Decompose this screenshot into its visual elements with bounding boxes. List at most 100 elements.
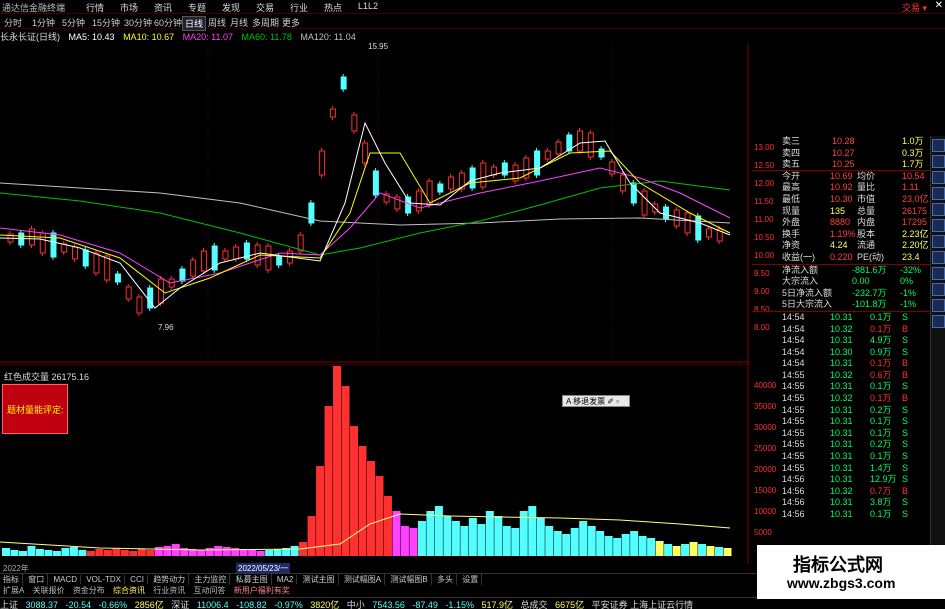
- tab-cci[interactable]: CCI: [127, 575, 148, 584]
- tab-related-quote[interactable]: 关联报价: [30, 585, 68, 596]
- tick-price: 10.32: [830, 323, 853, 334]
- tab-trend[interactable]: 趋势动力: [150, 574, 190, 585]
- watermark-title: 指标公式网: [793, 555, 883, 575]
- tick-price: 10.31: [830, 381, 853, 392]
- period-15min[interactable]: 15分钟: [90, 16, 122, 29]
- period-60min[interactable]: 60分钟: [152, 16, 184, 29]
- tick-volume: 0.9万: [870, 346, 892, 357]
- sz-label: 深证: [171, 600, 190, 609]
- tick-side: S: [902, 427, 909, 438]
- side-tool-icon[interactable]: [932, 171, 945, 184]
- tick-row: 14:55 10.31 0.2万 S: [752, 405, 930, 417]
- period-more[interactable]: 更多: [280, 16, 302, 29]
- tab-test-main[interactable]: 测试主图: [300, 574, 339, 585]
- side-tool-icon[interactable]: [932, 267, 945, 280]
- side-tool-icon[interactable]: [932, 299, 945, 312]
- menu-item-hangqing[interactable]: 行情: [86, 1, 120, 14]
- period-1min[interactable]: 1分钟: [30, 16, 57, 29]
- app-title: 通达信金融终端: [2, 3, 66, 13]
- period-30min[interactable]: 30分钟: [122, 16, 154, 29]
- tick-time: 14:55: [782, 439, 805, 450]
- volume-bar: [485, 511, 494, 556]
- candle-body: [222, 250, 229, 260]
- ask-row[interactable]: 卖四 10.27 0.3万: [752, 148, 930, 160]
- tab-zhibiao[interactable]: 指标: [0, 574, 23, 585]
- trade-button[interactable]: 交易 ▾: [902, 1, 927, 14]
- tab-private-main[interactable]: 私募主图: [233, 574, 272, 585]
- volume-bar: [265, 550, 274, 556]
- tab-qa[interactable]: 互动问答: [191, 585, 229, 596]
- candle-body: [501, 162, 508, 176]
- tab-macd[interactable]: MACD: [50, 575, 82, 584]
- menu-item-zhuanti[interactable]: 专题: [188, 1, 222, 14]
- candle-body: [82, 249, 89, 267]
- period-daily[interactable]: 日线: [182, 16, 207, 31]
- side-tool-icon[interactable]: [932, 187, 945, 200]
- menu-item-faxian[interactable]: 发现: [222, 1, 256, 14]
- period-5min[interactable]: 5分钟: [60, 16, 87, 29]
- tab-fund-dist[interactable]: 资金分布: [70, 585, 108, 596]
- period-multi[interactable]: 多周期: [250, 16, 281, 29]
- side-tool-icon[interactable]: [932, 139, 945, 152]
- tab-settings[interactable]: 设置: [459, 574, 483, 585]
- tab-industry-news[interactable]: 行业资讯: [150, 585, 188, 596]
- menu-item-jiaoyi[interactable]: 交易: [256, 1, 290, 14]
- side-tool-icon[interactable]: [932, 235, 945, 248]
- candle-body: [695, 215, 702, 241]
- ma120-label: MA120: 11.04: [300, 32, 356, 42]
- candlestick-chart[interactable]: 15.95 7.96: [0, 43, 750, 363]
- ask-row[interactable]: 卖三 10.28 1.0万: [752, 136, 930, 148]
- tab-ma2[interactable]: MA2: [274, 575, 298, 584]
- side-tool-icon[interactable]: [932, 283, 945, 296]
- period-weekly[interactable]: 周线: [206, 16, 228, 29]
- stat-value: 1.11: [902, 182, 919, 193]
- tick-list[interactable]: 14:54 10.31 0.1万 S 14:54 10.32 0.1万 B 14:54 10.31…: [752, 310, 930, 521]
- flow-percent: -1%: [900, 299, 917, 310]
- side-tool-icon[interactable]: [932, 155, 945, 168]
- menu-item-l1l2[interactable]: L1L2: [358, 1, 392, 14]
- tick-row: 14:55 10.32 0.1万 B: [752, 393, 930, 405]
- volume-chart[interactable]: [0, 364, 750, 564]
- volume-bar: [316, 466, 325, 556]
- tab-main-monitor[interactable]: 主力监控: [191, 574, 231, 585]
- tab-chuangkou[interactable]: 窗口: [25, 574, 49, 585]
- tab-test-b[interactable]: 测试幅图B: [387, 574, 432, 585]
- tick-price: 10.32: [830, 369, 853, 380]
- menu-item-zixun[interactable]: 资讯: [154, 1, 188, 14]
- tab-ext-a[interactable]: 扩展A: [0, 585, 27, 596]
- side-tool-icon[interactable]: [932, 203, 945, 216]
- tick-side: S: [902, 381, 909, 392]
- tab-new-user-gift[interactable]: 新用户福利有奖: [231, 585, 293, 596]
- stat-row: 换手 1.19% 股本 2.23亿: [752, 229, 930, 241]
- volume-bar: [553, 531, 562, 556]
- tick-volume: 0.1万: [870, 451, 892, 462]
- stat-row: 今开 10.69 均价 10.54: [752, 171, 930, 183]
- sh-label: 上证: [0, 600, 19, 609]
- ask-row[interactable]: 卖五 10.25 1.7万: [752, 159, 930, 171]
- tick-price: 10.31: [830, 358, 853, 369]
- menu-item-hangye[interactable]: 行业: [290, 1, 324, 14]
- period-bar: 分时 1分钟 5分钟 15分钟 30分钟 60分钟 日线 周线 月线 多周期 更…: [0, 15, 945, 31]
- side-tool-icon[interactable]: [932, 315, 945, 328]
- period-monthly[interactable]: 月线: [228, 16, 250, 29]
- flow-label: 大宗流入: [782, 276, 819, 287]
- volume-bar: [443, 516, 452, 556]
- tab-duotou[interactable]: 多头: [434, 574, 457, 585]
- floating-toolbar[interactable]: A 移退发票 ✐ ▫: [562, 395, 630, 407]
- candle-body: [308, 202, 315, 224]
- side-tool-icon[interactable]: [932, 251, 945, 264]
- tab-vol-tdx[interactable]: VOL-TDX: [83, 575, 125, 584]
- candle-body: [706, 228, 713, 238]
- side-tool-icon[interactable]: [932, 219, 945, 232]
- tick-side: S: [902, 439, 909, 450]
- close-icon[interactable]: ✕: [935, 0, 943, 11]
- total-label: 总成交: [520, 600, 548, 609]
- tab-test-a[interactable]: 测试幅图A: [341, 574, 386, 585]
- period-fenshi[interactable]: 分时: [2, 16, 24, 29]
- stat-label: 现量: [782, 205, 801, 216]
- tick-row: 14:56 10.31 0.1万 S: [752, 509, 930, 521]
- menu-item-redian[interactable]: 热点: [324, 1, 358, 14]
- volume-bar: [324, 406, 333, 556]
- menu-item-shichang[interactable]: 市场: [120, 1, 154, 14]
- tab-general-news[interactable]: 综合资讯: [110, 585, 148, 596]
